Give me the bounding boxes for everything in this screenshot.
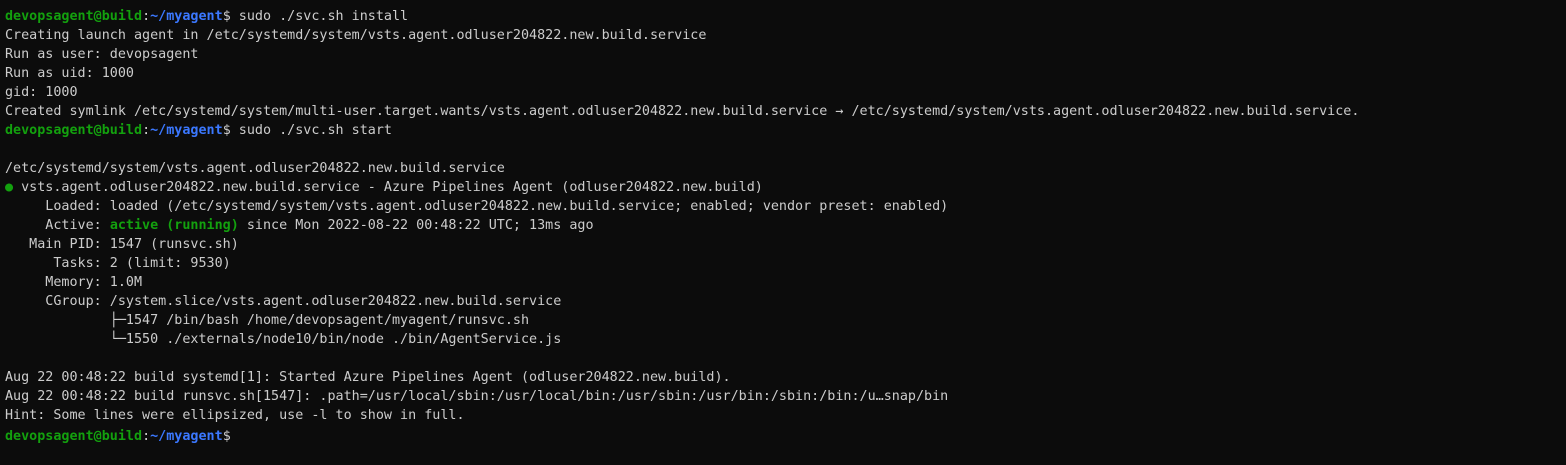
- prompt-symbol: $: [222, 123, 231, 138]
- prompt-path: ~/myagent: [150, 429, 223, 444]
- prompt-symbol: $: [222, 429, 231, 444]
- prompt-user-host: devopsagent@build: [5, 429, 143, 444]
- prompt-symbol: $: [222, 9, 231, 24]
- output-line: Run as user: devopsagent: [5, 47, 199, 62]
- prompt-user-host: devopsagent@build: [5, 123, 143, 138]
- cgroup-child-line: ├─1547 /bin/bash /home/devopsagent/myage…: [5, 313, 530, 328]
- output-line: Created symlink /etc/systemd/system/mult…: [5, 104, 1360, 119]
- prompt-line-final[interactable]: devopsagent@build:~/myagent$: [5, 425, 1566, 444]
- active-rest: since Mon 2022-08-22 00:48:22 UTC; 13ms …: [238, 218, 594, 233]
- prompt-path: ~/myagent: [150, 123, 223, 138]
- status-header-text: vsts.agent.odluser204822.new.build.servi…: [13, 180, 763, 195]
- unit-path-line: /etc/systemd/system/vsts.agent.odluser20…: [5, 161, 505, 176]
- status-header-line: ● vsts.agent.odluser204822.new.build.ser…: [5, 178, 1566, 197]
- output-line: Run as uid: 1000: [5, 66, 134, 81]
- active-state: active (running): [109, 218, 239, 233]
- prompt-user-host: devopsagent@build: [5, 9, 143, 24]
- status-tasks-line: Tasks: 2 (limit: 9530): [5, 256, 231, 271]
- output-line: Creating launch agent in /etc/systemd/sy…: [5, 28, 707, 43]
- status-loaded-line: Loaded: loaded (/etc/systemd/system/vsts…: [5, 199, 949, 214]
- command-text: sudo ./svc.sh install: [230, 9, 409, 24]
- journal-line: Aug 22 00:48:22 build systemd[1]: Starte…: [5, 370, 731, 385]
- prompt-line-install: devopsagent@build:~/myagent$ sudo ./svc.…: [5, 9, 409, 24]
- status-main-pid-line: Main PID: 1547 (runsvc.sh): [5, 237, 239, 252]
- output-line: gid: 1000: [5, 85, 78, 100]
- active-label: Active:: [5, 218, 110, 233]
- command-text: sudo ./svc.sh start: [230, 123, 392, 138]
- cgroup-child-line: └─1550 ./externals/node10/bin/node ./bin…: [5, 332, 562, 347]
- prompt-line-start: devopsagent@build:~/myagent$ sudo ./svc.…: [5, 123, 392, 138]
- journal-line: Aug 22 00:48:22 build runsvc.sh[1547]: .…: [5, 389, 949, 404]
- status-active-line: Active: active (running) since Mon 2022-…: [5, 216, 1566, 235]
- status-dot-icon: ●: [5, 180, 14, 195]
- status-cgroup-line: CGroup: /system.slice/vsts.agent.odluser…: [5, 294, 562, 309]
- hint-line: Hint: Some lines were ellipsized, use -l…: [5, 408, 465, 423]
- prompt-path: ~/myagent: [150, 9, 223, 24]
- status-memory-line: Memory: 1.0M: [5, 275, 143, 290]
- terminal-window[interactable]: devopsagent@build:~/myagent$ sudo ./svc.…: [0, 0, 1566, 465]
